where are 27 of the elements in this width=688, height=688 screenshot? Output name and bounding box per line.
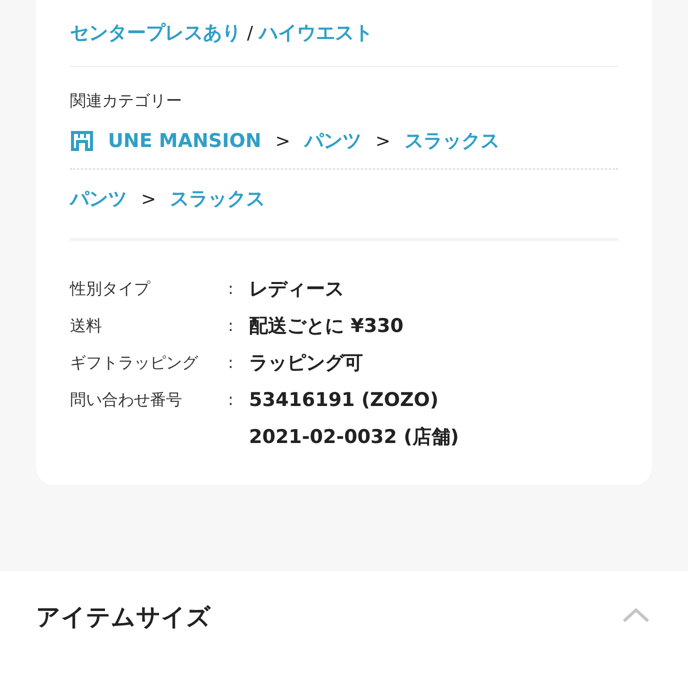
spec-label: ギフトラッピング	[70, 352, 200, 374]
spec-value: 53416191 (ZOZO)	[249, 388, 440, 412]
breadcrumb-separator: >	[141, 188, 156, 210]
colon: :	[228, 352, 234, 374]
shop-icon	[70, 130, 94, 152]
spec-label: 問い合わせ番号	[70, 389, 183, 411]
category-link[interactable]: パンツ	[304, 128, 362, 154]
category-link[interactable]: パンツ	[70, 186, 127, 212]
section-title: アイテムサイズ	[36, 602, 211, 633]
category-link[interactable]: UNE MANSION	[108, 130, 262, 152]
spec-label: 性別タイプ	[70, 278, 152, 300]
spec-value: 配送ごとに ¥330	[249, 314, 404, 338]
separator: /	[247, 22, 254, 44]
colon: :	[228, 389, 234, 411]
tag-link[interactable]: ハイウエスト	[259, 20, 374, 46]
category-link[interactable]: スラックス	[170, 186, 266, 212]
tag-link[interactable]: センタープレスあり	[70, 20, 241, 46]
section-label: 関連カテゴリー	[70, 91, 183, 112]
spec-value: ラッピング可	[249, 351, 364, 375]
colon: :	[228, 278, 234, 300]
colon: :	[228, 315, 234, 337]
spec-value: レディース	[249, 277, 345, 301]
spec-value: 2021-02-0032 (店舗)	[249, 425, 460, 449]
breadcrumb-separator: >	[275, 130, 290, 152]
spec-label: 送料	[70, 315, 103, 337]
breadcrumb-separator: >	[375, 130, 390, 152]
category-link[interactable]: スラックス	[404, 128, 500, 154]
